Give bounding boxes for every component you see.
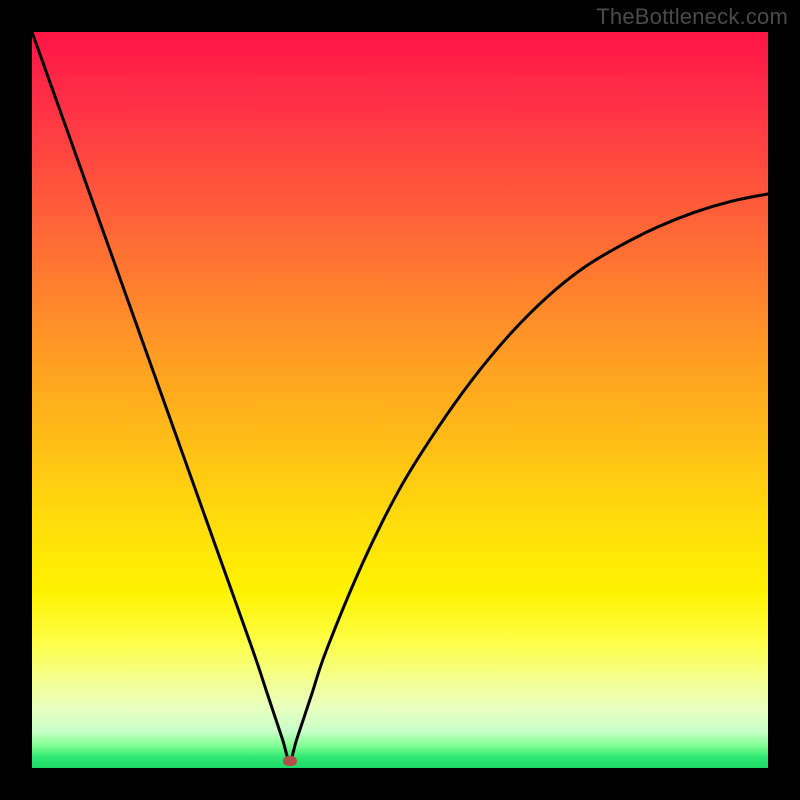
curve-svg bbox=[32, 32, 768, 768]
plot-area bbox=[32, 32, 768, 768]
optimal-point-marker bbox=[283, 756, 297, 766]
watermark-text: TheBottleneck.com bbox=[596, 4, 788, 30]
bottleneck-curve bbox=[32, 32, 768, 761]
